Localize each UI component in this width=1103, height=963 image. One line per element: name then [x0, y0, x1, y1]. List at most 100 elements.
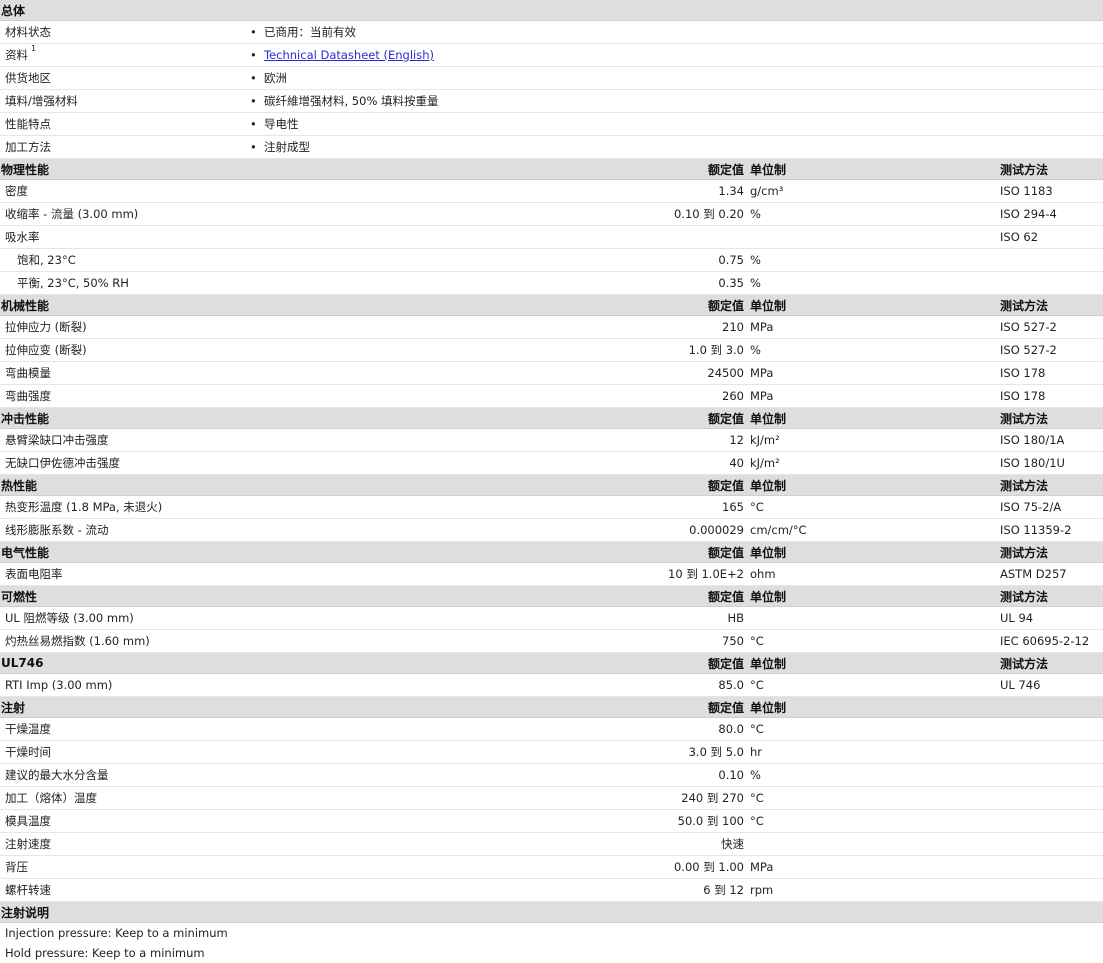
property-label-text: 填料/增强材料: [5, 94, 78, 108]
unit-value: MPa: [750, 389, 774, 403]
table-row: 拉伸应变 (断裂) 1.0 到 3.0% ISO 527-2: [0, 339, 1103, 362]
general-row: 性能特点 • 导电性: [0, 113, 1103, 136]
section-header-notes: 注射说明: [0, 902, 1103, 923]
property-label: 线形膨胀系数 - 流动: [5, 523, 109, 537]
bullet-icon: •: [250, 48, 257, 62]
property-label: 收缩率 - 流量 (3.00 mm): [5, 207, 139, 221]
property-label-text: 材料状态: [5, 25, 51, 39]
property-label: 弯曲模量: [5, 366, 51, 380]
notes-list: Injection pressure: Keep to a minimum Hol…: [0, 923, 1103, 963]
property-value: 欧洲: [264, 71, 287, 85]
nominal-value: 0.000029: [689, 523, 744, 537]
method-header: 测试方法: [1000, 411, 1049, 426]
nominal-value: 0.75: [718, 253, 744, 267]
unit-value: rpm: [750, 883, 774, 897]
nominal-value: 50.0 到 100: [677, 814, 744, 828]
unit-header: 单位制: [750, 411, 787, 426]
table-row: 建议的最大水分含量 0.10%: [0, 764, 1103, 787]
test-method: ISO 180/1U: [1000, 456, 1065, 470]
table-row: 拉伸应力 (断裂) 210 MPa ISO 527-2: [0, 316, 1103, 339]
property-value: 碳纤維增强材料, 50% 填料按重量: [264, 94, 439, 108]
datasheet: 总体 材料状态 • 已商用：当前有效资料 1 • Technical Datasheet …: [0, 0, 1103, 963]
nominal-header: 额定值: [707, 545, 744, 560]
nominal-value: 1.0 到 3.0: [688, 343, 744, 357]
test-method: IEC 60695-2-12: [1000, 634, 1090, 648]
property-label: 供货地区: [5, 70, 51, 86]
unit-value: °C: [750, 678, 764, 692]
test-method: ISO 178: [1000, 389, 1046, 403]
nominal-header: 额定值: [707, 478, 744, 493]
property-value: 导电性: [264, 117, 299, 131]
nominal-value: 210: [722, 320, 744, 334]
property-label: 无缺口伊佐德冲击强度: [5, 456, 120, 470]
property-label: 资料 1: [5, 44, 36, 63]
section-title: 注射说明: [1, 905, 50, 920]
test-method: ASTM D257: [1000, 567, 1067, 581]
unit-header: 单位制: [750, 700, 787, 715]
property-value: 注射成型: [264, 140, 310, 154]
nominal-value: 0.10 到 0.20: [673, 207, 744, 221]
unit-header: 单位制: [750, 656, 787, 671]
section-header: 热性能 额定值 单位制 测试方法: [0, 475, 1103, 496]
unit-value: MPa: [750, 320, 774, 334]
nominal-value: 12: [729, 433, 744, 447]
property-label: 饱和, 23°C: [17, 253, 76, 267]
nominal-header: 额定值: [707, 411, 744, 426]
unit-value: %: [750, 768, 761, 782]
property-label: 干燥时间: [5, 745, 51, 759]
property-value: 已商用：当前有效: [264, 25, 356, 39]
bullet-icon: •: [250, 71, 257, 85]
property-label: 背压: [5, 860, 28, 874]
property-label: 吸水率: [5, 230, 40, 244]
method-header: 测试方法: [1000, 478, 1049, 493]
unit-header: 单位制: [750, 298, 787, 313]
unit-value: kJ/m²: [750, 456, 780, 470]
property-label: 螺杆转速: [5, 883, 51, 897]
section-title: 总体: [1, 3, 26, 18]
note-line: Hold pressure: Keep to a minimum: [0, 943, 1103, 963]
section-header: 可燃性 额定值 单位制 测试方法: [0, 586, 1103, 607]
property-label: 拉伸应变 (断裂): [5, 343, 87, 357]
test-method: UL 94: [1000, 611, 1034, 625]
table-row: 干燥温度 80.0 °C: [0, 718, 1103, 741]
unit-value: %: [750, 343, 761, 357]
datasheet-link[interactable]: Technical Datasheet (English): [264, 48, 434, 62]
note-text: Injection pressure: Keep to a minimum: [5, 926, 228, 940]
section-title: 冲击性能: [1, 411, 50, 426]
nominal-header: 额定值: [707, 700, 744, 715]
unit-value: hr: [750, 745, 763, 759]
table-row: 注射速度 快速: [0, 833, 1103, 856]
note-text: Hold pressure: Keep to a minimum: [5, 946, 205, 960]
nominal-header: 额定值: [707, 298, 744, 313]
method-header: 测试方法: [1000, 589, 1049, 604]
unit-value: °C: [750, 791, 764, 805]
bullet-icon: •: [250, 25, 257, 39]
table-row: 螺杆转速 6 到 12 rpm: [0, 879, 1103, 902]
unit-value: °C: [750, 500, 764, 514]
nominal-value: 40: [729, 456, 744, 470]
section-title: 注射: [1, 700, 26, 715]
nominal-value: 80.0: [718, 722, 744, 736]
general-rows: 材料状态 • 已商用：当前有效资料 1 • Technical Datasheet (En…: [0, 21, 1103, 159]
section-title: 电气性能: [1, 545, 50, 560]
property-label: UL 阻燃等级 (3.00 mm): [5, 611, 134, 625]
section-header: UL746 额定值 单位制 测试方法: [0, 653, 1103, 674]
unit-value: °C: [750, 722, 764, 736]
nominal-value: 0.00 到 1.00: [673, 860, 744, 874]
table-row: 弯曲模量 24500 MPa ISO 178: [0, 362, 1103, 385]
general-row: 加工方法 • 注射成型: [0, 136, 1103, 159]
section-header-general: 总体: [0, 0, 1103, 21]
note-line: Injection pressure: Keep to a minimum: [0, 923, 1103, 943]
unit-header: 单位制: [750, 589, 787, 604]
property-label: RTI Imp (3.00 mm): [5, 678, 113, 692]
bullet-icon: •: [250, 94, 257, 108]
method-header: 测试方法: [1000, 656, 1049, 671]
unit-value: ohm: [750, 567, 776, 581]
section-header: 注射 额定值 单位制: [0, 697, 1103, 718]
section-title: 可燃性: [1, 589, 38, 604]
table-row: 弯曲强度 260 MPa ISO 178: [0, 385, 1103, 408]
nominal-value: 0.10: [718, 768, 744, 782]
section-header: 机械性能 额定值 单位制 测试方法: [0, 295, 1103, 316]
bullet-icon: •: [250, 140, 257, 154]
nominal-value: 85.0: [718, 678, 744, 692]
